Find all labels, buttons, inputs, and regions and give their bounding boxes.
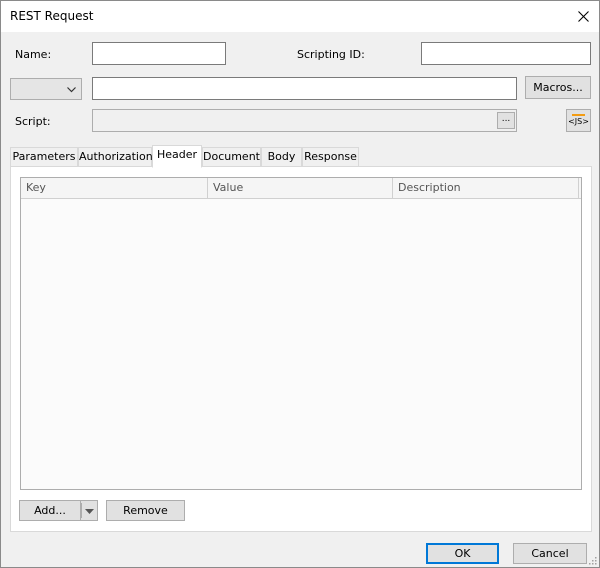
tab-parameters[interactable]: Parameters [10, 147, 78, 167]
ok-button[interactable]: OK [426, 543, 499, 564]
window-title: REST Request [10, 9, 94, 23]
column-header-value[interactable]: Value [208, 178, 393, 198]
scripting-id-input[interactable] [421, 42, 591, 65]
name-input[interactable] [92, 42, 226, 65]
http-method-select[interactable] [10, 78, 82, 100]
script-browse-button[interactable]: ... [497, 112, 515, 129]
javascript-editor-button[interactable]: <JS> [566, 109, 591, 132]
chevron-down-icon [67, 87, 76, 93]
cancel-button[interactable]: Cancel [513, 543, 587, 564]
tab-response[interactable]: Response [302, 147, 359, 167]
url-input[interactable] [92, 77, 517, 100]
header-tab-panel: Key Value Description Add... Remove [10, 166, 592, 532]
add-dropdown-button[interactable] [80, 500, 98, 521]
rest-request-dialog: REST Request Name: Scripting ID: Macros.… [0, 0, 600, 568]
script-label: Script: [15, 115, 51, 128]
tab-authorization[interactable]: Authorization [78, 147, 153, 167]
tab-header[interactable]: Header [152, 145, 202, 168]
tab-document[interactable]: Document [202, 147, 261, 167]
remove-button[interactable]: Remove [106, 500, 185, 521]
column-header-description[interactable]: Description [393, 178, 579, 198]
script-input[interactable] [92, 109, 517, 132]
resize-grip-icon[interactable] [587, 555, 597, 565]
caret-down-icon [85, 509, 94, 514]
js-accent-bar [572, 114, 585, 116]
add-button[interactable]: Add... [19, 500, 80, 521]
tab-body[interactable]: Body [261, 147, 302, 167]
title-bar[interactable]: REST Request [1, 1, 599, 32]
scripting-id-label: Scripting ID: [297, 48, 365, 61]
header-grid[interactable]: Key Value Description [20, 177, 582, 490]
split-separator [81, 503, 82, 518]
name-label: Name: [15, 48, 52, 61]
js-icon: <JS> [568, 117, 589, 126]
macros-button[interactable]: Macros... [525, 76, 591, 99]
close-button[interactable] [569, 1, 599, 32]
grid-header-row: Key Value Description [21, 178, 581, 199]
column-header-key[interactable]: Key [21, 178, 208, 198]
close-icon [578, 11, 589, 22]
